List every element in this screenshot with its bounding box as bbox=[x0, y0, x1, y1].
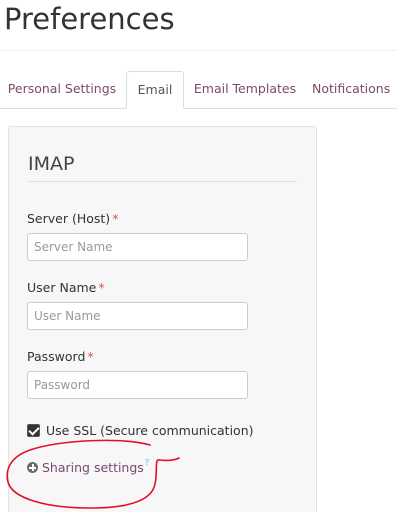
help-icon[interactable]: ? bbox=[145, 458, 149, 467]
server-label-text: Server (Host) bbox=[27, 211, 111, 226]
tab-personal-settings[interactable]: Personal Settings bbox=[6, 71, 118, 109]
password-label: Password * bbox=[27, 349, 94, 364]
required-mark: * bbox=[112, 211, 119, 226]
title-divider bbox=[0, 50, 397, 51]
server-input[interactable] bbox=[27, 233, 248, 261]
username-input[interactable] bbox=[27, 302, 248, 330]
required-mark: * bbox=[98, 280, 105, 295]
tab-email-templates[interactable]: Email Templates bbox=[190, 71, 300, 109]
tab-bar: Personal Settings Email Email Templates … bbox=[0, 71, 397, 109]
ssl-option: Use SSL (Secure communication) bbox=[27, 422, 254, 438]
password-input[interactable] bbox=[27, 371, 248, 399]
password-label-text: Password bbox=[27, 349, 86, 364]
sharing-settings-link[interactable]: Sharing settings ? bbox=[27, 458, 149, 475]
sharing-settings-label[interactable]: Sharing settings bbox=[42, 460, 144, 475]
imap-panel: IMAP Server (Host)* User Name* Password*… bbox=[8, 126, 317, 512]
section-divider bbox=[27, 181, 297, 182]
tab-email[interactable]: Email bbox=[126, 71, 184, 109]
tab-notifications[interactable]: Notifications bbox=[312, 71, 397, 109]
username-label-text: User Name bbox=[27, 280, 97, 295]
ssl-checkbox[interactable] bbox=[27, 423, 40, 437]
ssl-label[interactable]: Use SSL (Secure communication) bbox=[46, 423, 254, 438]
page-title: Preferences bbox=[4, 2, 175, 36]
plus-circle-icon bbox=[27, 462, 38, 473]
imap-section-title: IMAP bbox=[28, 153, 75, 175]
username-label: User Name * bbox=[27, 280, 105, 295]
required-mark: * bbox=[87, 349, 94, 364]
server-label: Server (Host) * bbox=[27, 211, 118, 226]
